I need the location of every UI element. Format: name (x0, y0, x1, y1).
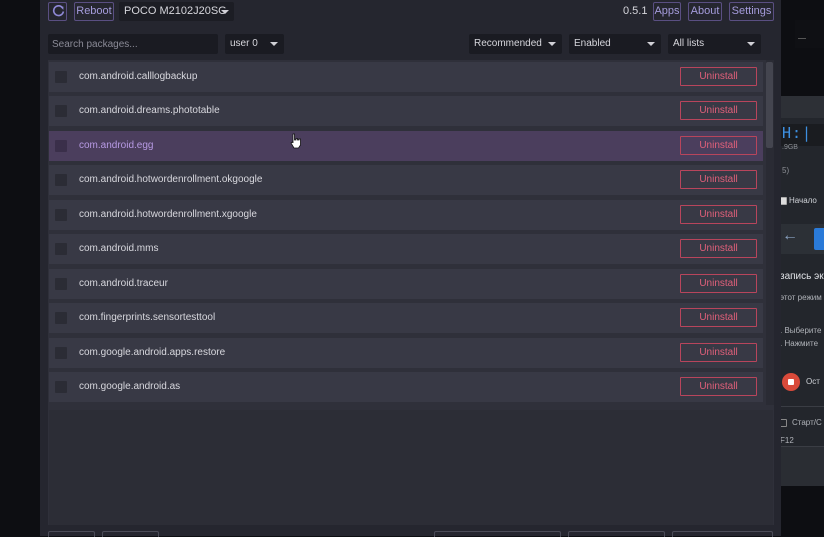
package-name: com.android.hotwordenrollment.xgoogle (79, 209, 257, 220)
uninstall-button[interactable]: Uninstall (680, 205, 757, 224)
package-name: com.android.hotwordenrollment.okgoogle (79, 174, 263, 185)
package-checkbox[interactable] (55, 243, 67, 255)
background-divider (776, 406, 824, 407)
bottom-button[interactable] (48, 531, 95, 537)
package-name: com.google.android.as (79, 381, 181, 392)
background-window: H:| .9GB 5) Начало ← запись эк этот режи… (776, 96, 824, 486)
package-checkbox[interactable] (55, 278, 67, 290)
state-select[interactable]: Enabled (569, 34, 661, 54)
package-checkbox[interactable] (55, 209, 67, 221)
chevron-down-icon (747, 42, 755, 46)
filter-bar: user 0 Recommended Enabled All lists (40, 34, 781, 56)
package-name: com.fingerprints.sensortesttool (79, 312, 216, 323)
background-titlebar (776, 96, 824, 118)
user-select[interactable]: user 0 (225, 34, 284, 54)
debloater-window: Reboot POCO M2102J20SG 0.5.1 Apps About … (40, 0, 781, 537)
chevron-down-icon (221, 10, 229, 14)
background-hotkey-label: Старт/С (792, 418, 822, 427)
app-version: 0.5.1 (623, 5, 648, 17)
package-checkbox[interactable] (55, 105, 67, 117)
background-small-text: 5) (782, 166, 790, 175)
uninstall-button[interactable]: Uninstall (680, 136, 757, 155)
refresh-icon (52, 5, 65, 17)
uninstall-button[interactable]: Uninstall (680, 377, 757, 396)
description-panel (49, 410, 773, 525)
apps-button[interactable]: Apps (653, 2, 681, 21)
package-checkbox[interactable] (55, 381, 67, 393)
background-bottom-panel (776, 446, 824, 486)
package-name: com.android.traceur (79, 278, 168, 289)
uninstall-button[interactable]: Uninstall (680, 343, 757, 362)
background-text-line: . Выберите (780, 326, 822, 335)
uninstall-button[interactable]: Uninstall (680, 101, 757, 120)
package-row[interactable]: com.google.android.apps.restore Uninstal… (49, 338, 763, 368)
hand-cursor-icon (290, 133, 301, 149)
settings-button[interactable]: Settings (729, 2, 774, 21)
bottom-button[interactable] (568, 531, 665, 537)
background-text-line: . Нажмите (780, 339, 819, 348)
background-window-corner (795, 20, 824, 48)
background-display-text: H:| (782, 124, 813, 142)
package-name: com.android.mms (79, 243, 159, 254)
chevron-down-icon (548, 42, 556, 46)
package-row[interactable]: com.android.hotwordenrollment.xgoogle Un… (49, 200, 763, 230)
device-select[interactable]: POCO M2102J20SG (119, 2, 234, 21)
package-name: com.android.dreams.phototable (79, 105, 220, 116)
recommendation-select-value: Recommended (474, 38, 542, 49)
background-stop-label: Ост (806, 377, 820, 386)
uninstall-button[interactable]: Uninstall (680, 308, 757, 327)
package-row[interactable]: com.android.dreams.phototable Uninstall (49, 96, 763, 126)
package-row[interactable]: com.fingerprints.sensortesttool Uninstal… (49, 303, 763, 333)
stop-record-icon[interactable] (782, 373, 800, 391)
search-input[interactable] (48, 34, 218, 54)
package-checkbox[interactable] (55, 174, 67, 186)
background-heading: запись эк (780, 271, 824, 282)
package-name: com.android.egg (79, 140, 154, 151)
uninstall-button[interactable]: Uninstall (680, 239, 757, 258)
background-start-label: Начало (789, 196, 817, 205)
package-row[interactable]: com.android.calllogbackup Uninstall (49, 62, 763, 92)
uninstall-button[interactable]: Uninstall (680, 274, 757, 293)
back-arrow-icon[interactable]: ← (782, 227, 798, 245)
package-checkbox[interactable] (55, 347, 67, 359)
state-select-value: Enabled (574, 38, 611, 49)
bottom-button[interactable] (434, 531, 561, 537)
package-checkbox[interactable] (55, 140, 67, 152)
background-text-line: этот режим (780, 293, 822, 302)
chevron-down-icon (647, 42, 655, 46)
bottom-button[interactable] (102, 531, 159, 537)
uninstall-button[interactable]: Uninstall (680, 170, 757, 189)
refresh-button[interactable] (48, 2, 67, 21)
recommendation-select[interactable]: Recommended (469, 34, 562, 54)
package-name: com.android.calllogbackup (79, 71, 198, 82)
background-hotkey-value: F12 (780, 436, 794, 445)
package-row[interactable]: com.android.traceur Uninstall (49, 269, 763, 299)
bottom-button[interactable] (672, 531, 773, 537)
uninstall-button[interactable]: Uninstall (680, 67, 757, 86)
package-checkbox[interactable] (55, 71, 67, 83)
lists-select[interactable]: All lists (668, 34, 761, 54)
background-accent-tab[interactable] (814, 228, 824, 250)
package-name: com.google.android.apps.restore (79, 347, 226, 358)
package-list: com.android.calllogbackup Uninstall com.… (48, 60, 774, 525)
package-row[interactable]: com.android.mms Uninstall (49, 234, 763, 264)
package-row[interactable]: com.google.android.as Uninstall (49, 372, 763, 402)
top-toolbar: Reboot POCO M2102J20SG 0.5.1 Apps About … (40, 0, 781, 26)
reboot-button[interactable]: Reboot (74, 2, 114, 21)
package-row[interactable]: com.android.hotwordenrollment.okgoogle U… (49, 165, 763, 195)
chevron-down-icon (270, 42, 278, 46)
user-select-value: user 0 (230, 38, 258, 49)
list-scrollbar-thumb[interactable] (766, 62, 773, 148)
device-select-value: POCO M2102J20SG (124, 5, 227, 17)
lists-select-value: All lists (673, 38, 705, 49)
package-row[interactable]: com.android.egg Uninstall (49, 131, 763, 161)
about-button[interactable]: About (688, 2, 722, 21)
package-checkbox[interactable] (55, 312, 67, 324)
background-size-text: .9GB (782, 144, 798, 151)
